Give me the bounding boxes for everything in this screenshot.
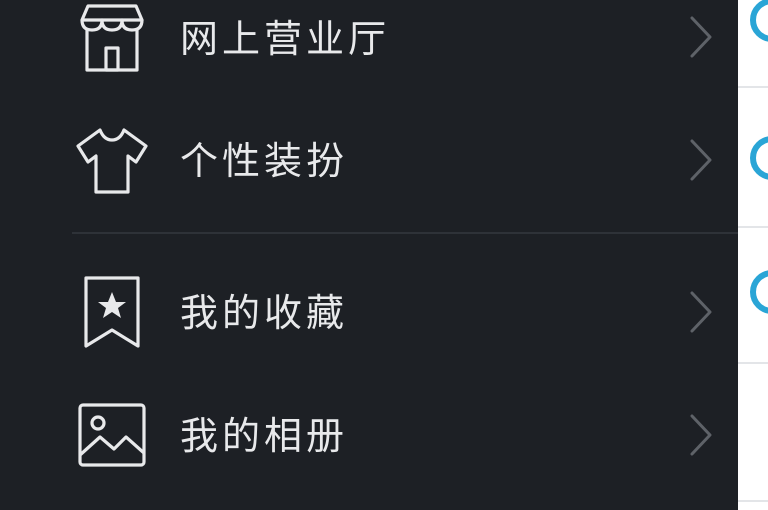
menu-item-favorites[interactable]: 我的收藏 xyxy=(0,262,738,362)
menu-item-label: 网上营业厅 xyxy=(180,17,391,61)
main-content-panel[interactable] xyxy=(738,0,768,510)
bookmark-star-icon xyxy=(74,274,150,350)
image-icon xyxy=(74,397,150,473)
menu-item-personalize[interactable]: 个性装扮 xyxy=(0,110,738,210)
menu-item-label: 我的收藏 xyxy=(180,291,349,335)
divider xyxy=(738,86,768,88)
avatar[interactable] xyxy=(750,136,768,180)
side-drawer: 网上营业厅 个性装扮 我的收藏 我的相册 xyxy=(0,0,738,510)
menu-item-album[interactable]: 我的相册 xyxy=(0,385,738,485)
divider xyxy=(738,362,768,364)
chevron-right-icon xyxy=(686,14,716,60)
chevron-right-icon xyxy=(686,289,716,335)
tshirt-icon xyxy=(74,122,150,198)
divider xyxy=(738,500,768,502)
avatar[interactable] xyxy=(750,0,768,42)
chevron-right-icon xyxy=(686,412,716,458)
app-screen: 网上营业厅 个性装扮 我的收藏 我的相册 xyxy=(0,0,768,510)
menu-item-label: 我的相册 xyxy=(180,414,349,458)
store-icon xyxy=(74,0,150,76)
menu-item-online-store[interactable]: 网上营业厅 xyxy=(0,0,738,90)
divider xyxy=(738,226,768,228)
menu-item-label: 个性装扮 xyxy=(180,139,349,183)
menu-divider xyxy=(72,232,738,234)
chevron-right-icon xyxy=(686,137,716,183)
avatar[interactable] xyxy=(750,270,768,314)
